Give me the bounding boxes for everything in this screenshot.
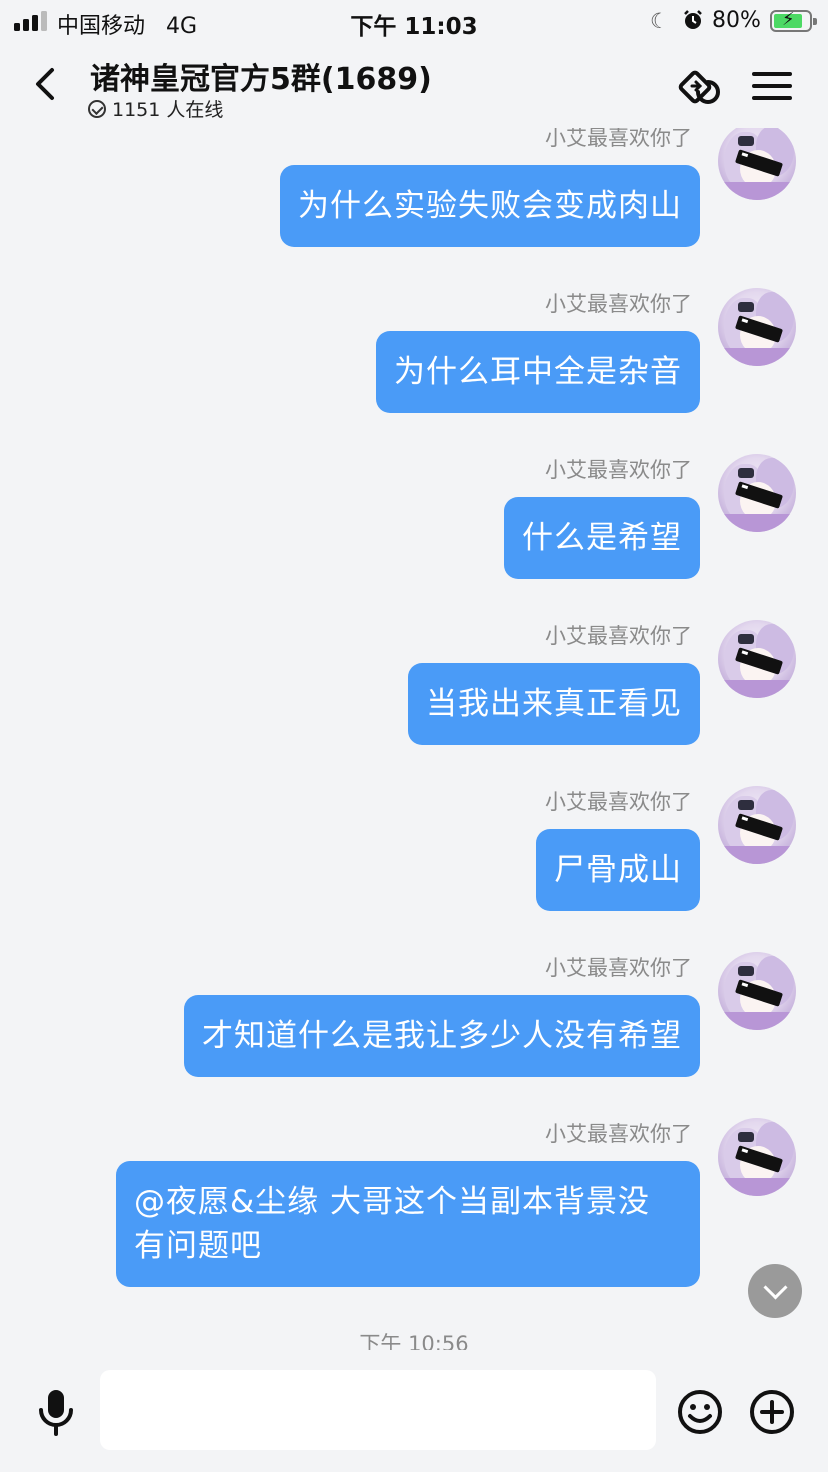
battery-icon: ⚡ [770, 9, 817, 32]
message-timestamp: 下午 10:56 [359, 1332, 469, 1350]
menu-icon[interactable] [748, 62, 796, 110]
avatar[interactable] [718, 288, 796, 366]
battery-percentage: 80% [712, 8, 761, 33]
input-bar [0, 1350, 828, 1472]
sender-name: 小艾最喜欢你了 [545, 1122, 692, 1146]
microphone-icon[interactable] [32, 1386, 80, 1438]
alarm-icon [684, 10, 702, 29]
emoji-icon[interactable] [676, 1388, 724, 1436]
message-bubble[interactable]: 当我出来真正看见 [408, 663, 700, 745]
sender-name: 小艾最喜欢你了 [545, 790, 692, 814]
message-list[interactable]: 小艾最喜欢你了 为什么实验失败会变成肉山 小艾最喜欢你了 为什么耳中全是杂音 小… [0, 128, 828, 1350]
status-bar: 中国移动 4G 下午 11:03 ☾ 80% ⚡ [0, 0, 828, 44]
avatar[interactable] [718, 786, 796, 864]
online-count-label: 1151 人在线 [112, 99, 224, 121]
check-circle-icon [88, 100, 106, 118]
scroll-to-bottom-button[interactable] [748, 1264, 802, 1318]
avatar[interactable] [718, 1118, 796, 1196]
sender-name: 小艾最喜欢你了 [545, 956, 692, 980]
avatar[interactable] [718, 454, 796, 532]
sender-name: 小艾最喜欢你了 [545, 458, 692, 482]
share-icon[interactable] [678, 62, 726, 110]
back-button[interactable] [28, 62, 64, 106]
page-title: 诸神皇冠官方5群(1689) [90, 62, 432, 97]
do-not-disturb-icon: ☾ [650, 9, 669, 33]
chat-header: 诸神皇冠官方5群(1689) 1151 人在线 [0, 44, 828, 128]
message-bubble[interactable]: 尸骨成山 [536, 829, 700, 911]
avatar[interactable] [718, 620, 796, 698]
sender-name: 小艾最喜欢你了 [545, 128, 692, 150]
sender-name: 小艾最喜欢你了 [545, 292, 692, 316]
online-count[interactable]: 1151 人在线 [88, 95, 223, 122]
message-bubble[interactable]: 为什么实验失败会变成肉山 [280, 165, 700, 247]
message-input[interactable] [100, 1370, 656, 1450]
message-bubble[interactable]: 什么是希望 [504, 497, 700, 579]
avatar[interactable] [718, 128, 796, 200]
sender-name: 小艾最喜欢你了 [545, 624, 692, 648]
avatar[interactable] [718, 952, 796, 1030]
message-bubble[interactable]: 才知道什么是我让多少人没有希望 [184, 995, 700, 1077]
message-bubble[interactable]: @夜愿&尘缘 大哥这个当副本背景没有问题吧 [116, 1161, 700, 1287]
plus-icon[interactable] [748, 1388, 796, 1436]
message-bubble[interactable]: 为什么耳中全是杂音 [376, 331, 700, 413]
